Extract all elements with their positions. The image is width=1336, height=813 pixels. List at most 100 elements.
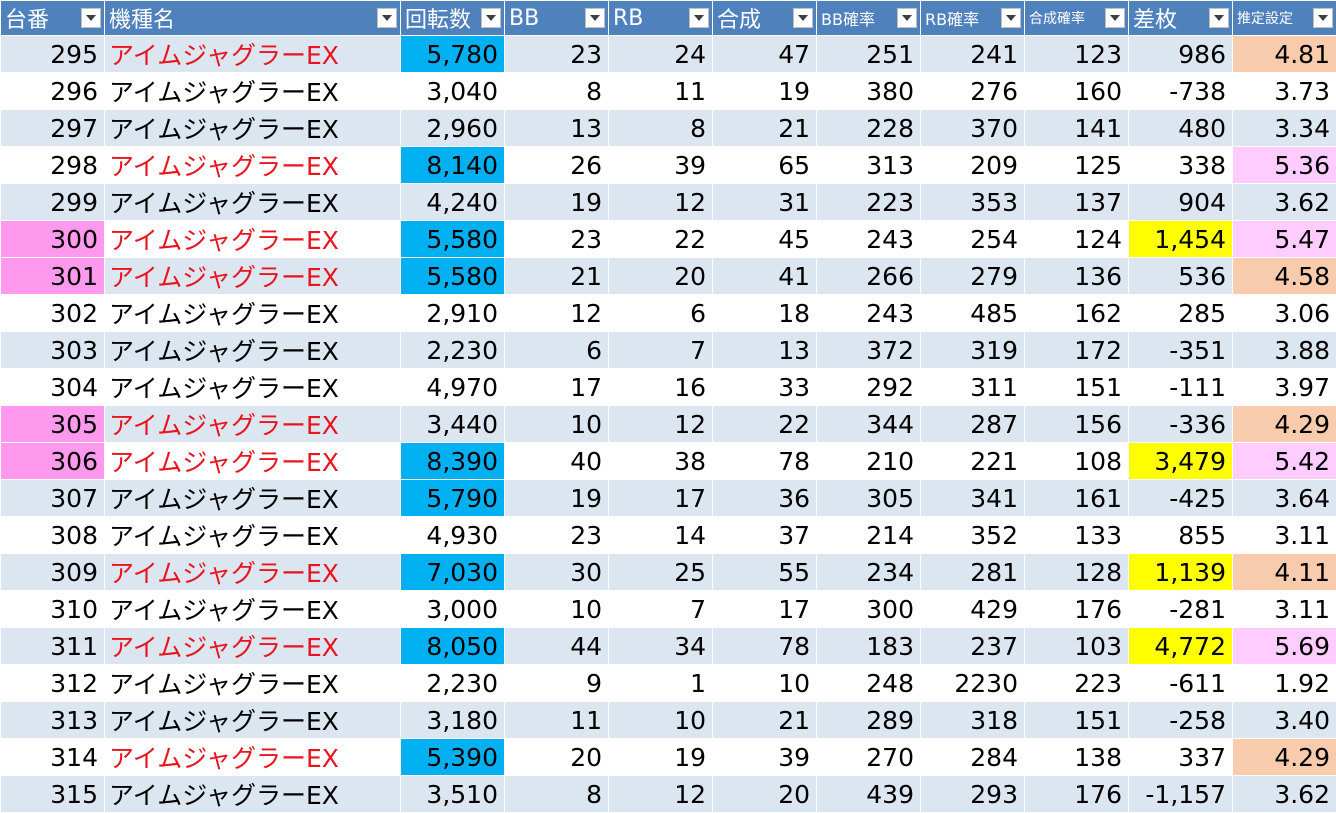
machine-name-cell[interactable]: アイムジャグラーEX	[105, 110, 401, 147]
machine-name-cell[interactable]: アイムジャグラーEX	[105, 332, 401, 369]
table-cell[interactable]: 151	[1025, 702, 1129, 739]
table-cell[interactable]: 1,454	[1129, 221, 1233, 258]
table-cell[interactable]: 3,479	[1129, 443, 1233, 480]
machine-name-cell[interactable]: アイムジャグラーEX	[105, 517, 401, 554]
machine-name-cell[interactable]: アイムジャグラーEX	[105, 776, 401, 813]
dropdown-arrow-icon[interactable]	[1209, 8, 1229, 28]
table-cell[interactable]: 305	[1, 406, 105, 443]
table-cell[interactable]: 33	[713, 369, 817, 406]
table-cell[interactable]: 160	[1025, 73, 1129, 110]
machine-name-cell[interactable]: アイムジャグラーEX	[105, 406, 401, 443]
table-cell[interactable]: 136	[1025, 258, 1129, 295]
table-cell[interactable]: 352	[921, 517, 1025, 554]
table-cell[interactable]: 8	[609, 110, 713, 147]
table-cell[interactable]: -425	[1129, 480, 1233, 517]
table-cell[interactable]: 8,140	[401, 147, 505, 184]
table-cell[interactable]: 209	[921, 147, 1025, 184]
dropdown-arrow-icon[interactable]	[1105, 8, 1125, 28]
table-cell[interactable]: 298	[1, 147, 105, 184]
table-cell[interactable]: 19	[505, 184, 609, 221]
table-cell[interactable]: 341	[921, 480, 1025, 517]
table-cell[interactable]: 14	[609, 517, 713, 554]
table-cell[interactable]: 5,580	[401, 258, 505, 295]
table-cell[interactable]: 3.11	[1233, 517, 1336, 554]
table-cell[interactable]: 306	[1, 443, 105, 480]
table-cell[interactable]: 108	[1025, 443, 1129, 480]
table-cell[interactable]: 10	[713, 665, 817, 702]
table-cell[interactable]: 78	[713, 628, 817, 665]
table-cell[interactable]: 289	[817, 702, 921, 739]
table-cell[interactable]: 228	[817, 110, 921, 147]
table-cell[interactable]: 13	[713, 332, 817, 369]
table-cell[interactable]: 44	[505, 628, 609, 665]
table-cell[interactable]: -738	[1129, 73, 1233, 110]
table-cell[interactable]: 5.47	[1233, 221, 1336, 258]
table-cell[interactable]: 47	[713, 36, 817, 73]
table-cell[interactable]: 133	[1025, 517, 1129, 554]
table-cell[interactable]: 2,960	[401, 110, 505, 147]
machine-name-cell[interactable]: アイムジャグラーEX	[105, 73, 401, 110]
table-cell[interactable]: 254	[921, 221, 1025, 258]
machine-name-cell[interactable]: アイムジャグラーEX	[105, 369, 401, 406]
table-cell[interactable]: 5,580	[401, 221, 505, 258]
table-cell[interactable]: 128	[1025, 554, 1129, 591]
table-cell[interactable]: 23	[505, 517, 609, 554]
dropdown-arrow-icon[interactable]	[481, 8, 501, 28]
table-cell[interactable]: 3,180	[401, 702, 505, 739]
dropdown-arrow-icon[interactable]	[897, 8, 917, 28]
table-cell[interactable]: 904	[1129, 184, 1233, 221]
table-cell[interactable]: 5.36	[1233, 147, 1336, 184]
table-cell[interactable]: 284	[921, 739, 1025, 776]
table-cell[interactable]: 309	[1, 554, 105, 591]
table-cell[interactable]: 8,390	[401, 443, 505, 480]
table-cell[interactable]: 4,772	[1129, 628, 1233, 665]
table-cell[interactable]: 301	[1, 258, 105, 295]
table-cell[interactable]: 8	[505, 73, 609, 110]
table-cell[interactable]: 124	[1025, 221, 1129, 258]
table-cell[interactable]: 1	[609, 665, 713, 702]
table-cell[interactable]: 281	[921, 554, 1025, 591]
table-cell[interactable]: 303	[1, 332, 105, 369]
dropdown-arrow-icon[interactable]	[1313, 8, 1333, 28]
table-cell[interactable]: 986	[1129, 36, 1233, 73]
table-cell[interactable]: 372	[817, 332, 921, 369]
dropdown-arrow-icon[interactable]	[689, 8, 709, 28]
table-cell[interactable]: 308	[1, 517, 105, 554]
table-cell[interactable]: 19	[609, 739, 713, 776]
table-cell[interactable]: 34	[609, 628, 713, 665]
table-cell[interactable]: -111	[1129, 369, 1233, 406]
table-cell[interactable]: 300	[817, 591, 921, 628]
table-cell[interactable]: 223	[1025, 665, 1129, 702]
dropdown-arrow-icon[interactable]	[377, 8, 397, 28]
table-cell[interactable]: 3.11	[1233, 591, 1336, 628]
table-cell[interactable]: 141	[1025, 110, 1129, 147]
table-cell[interactable]: 4,930	[401, 517, 505, 554]
machine-name-cell[interactable]: アイムジャグラーEX	[105, 147, 401, 184]
table-cell[interactable]: 16	[609, 369, 713, 406]
table-cell[interactable]: 314	[1, 739, 105, 776]
table-cell[interactable]: 243	[817, 221, 921, 258]
table-cell[interactable]: 293	[921, 776, 1025, 813]
table-cell[interactable]: 39	[609, 147, 713, 184]
table-cell[interactable]: 12	[609, 406, 713, 443]
table-cell[interactable]: 237	[921, 628, 1025, 665]
machine-name-cell[interactable]: アイムジャグラーEX	[105, 36, 401, 73]
table-cell[interactable]: 297	[1, 110, 105, 147]
table-cell[interactable]: 285	[1129, 295, 1233, 332]
table-cell[interactable]: 3.97	[1233, 369, 1336, 406]
table-cell[interactable]: 6	[505, 332, 609, 369]
table-cell[interactable]: 221	[921, 443, 1025, 480]
table-cell[interactable]: 5.42	[1233, 443, 1336, 480]
table-cell[interactable]: 536	[1129, 258, 1233, 295]
table-cell[interactable]: 315	[1, 776, 105, 813]
table-cell[interactable]: 313	[817, 147, 921, 184]
table-cell[interactable]: -611	[1129, 665, 1233, 702]
table-cell[interactable]: 156	[1025, 406, 1129, 443]
table-cell[interactable]: 151	[1025, 369, 1129, 406]
table-cell[interactable]: 270	[817, 739, 921, 776]
table-cell[interactable]: 17	[713, 591, 817, 628]
table-cell[interactable]: -1,157	[1129, 776, 1233, 813]
table-cell[interactable]: 36	[713, 480, 817, 517]
table-cell[interactable]: 161	[1025, 480, 1129, 517]
table-cell[interactable]: 5,780	[401, 36, 505, 73]
